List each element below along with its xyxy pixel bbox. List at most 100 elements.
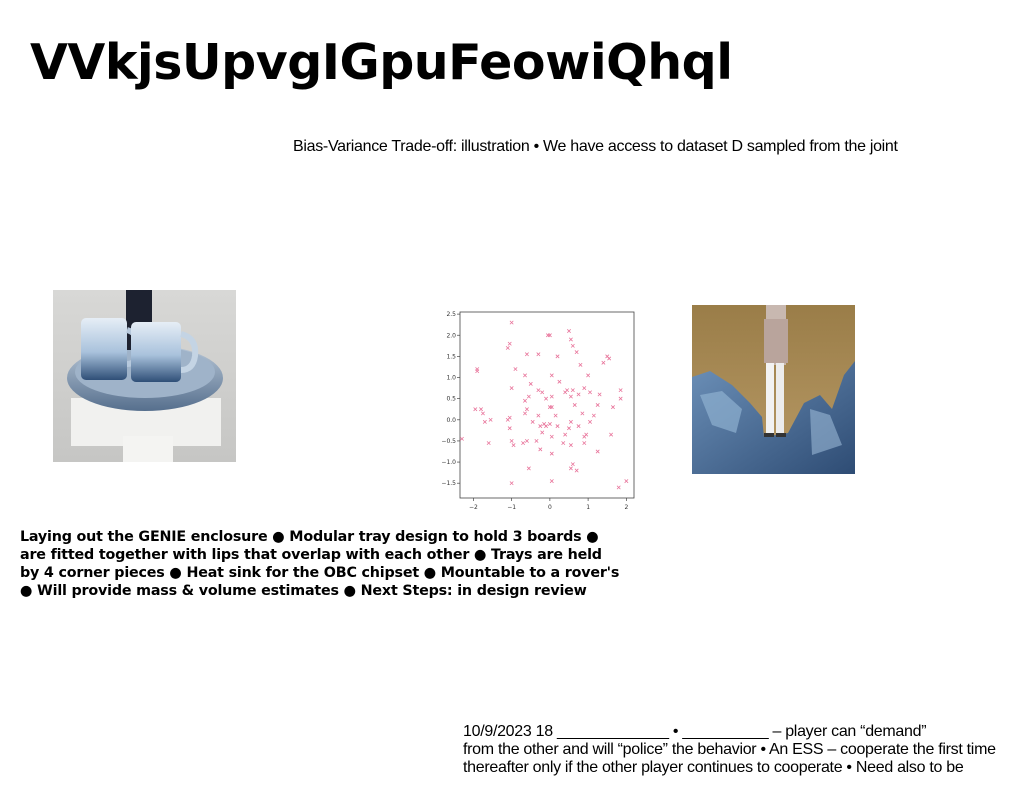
y-tick-label: 1.5 [446, 353, 456, 360]
x-tick-label: −1 [507, 504, 516, 511]
y-tick-label: −0.5 [441, 438, 456, 445]
scatter-point [549, 451, 554, 456]
scatter-point [549, 373, 554, 378]
scatter-point [538, 447, 543, 452]
scatter-point [544, 396, 549, 401]
scatter-point [549, 479, 554, 484]
scatter-point [565, 388, 570, 393]
x-tick-label: −2 [469, 504, 478, 511]
scatter-point [526, 394, 531, 399]
scatter-point [609, 432, 614, 437]
rocks-photo [692, 305, 855, 474]
scatter-point [479, 407, 484, 412]
footer-line: 10/9/2023 18 _____________ • __________ … [463, 723, 927, 740]
y-tick-label: −1.0 [441, 459, 456, 466]
scatter-point [547, 422, 552, 427]
subtitle-text: Bias-Variance Trade-off: illustration • … [293, 138, 898, 155]
scatter-point [624, 479, 629, 484]
scatter-point [523, 411, 527, 416]
scatter-point [568, 337, 573, 342]
scatter-point [616, 485, 621, 490]
scatter-point [582, 434, 587, 439]
scatter-point [597, 392, 602, 397]
scatter-point [509, 438, 514, 443]
scatter-point [557, 379, 562, 384]
plot-frame [459, 311, 635, 499]
body-line: Laying out the GENIE enclosure ● Modular… [20, 529, 599, 545]
scatter-point [568, 419, 573, 424]
scatter-point [610, 405, 615, 410]
scatter-point [595, 449, 600, 454]
scatter-point [521, 441, 526, 446]
scatter-point [549, 405, 554, 410]
scatter-point [570, 388, 575, 393]
scatter-point [526, 466, 531, 471]
scatter-point [524, 438, 529, 443]
scatter-point [618, 388, 623, 393]
body-text-block: Laying out the GENIE enclosure ● Modular… [20, 528, 660, 600]
scatter-point [553, 413, 558, 418]
scatter-plot: −2 −1 0 1 2 −1.5 −1.0 −0.5 0.0 0.5 1.0 1.5 2.0 2.5 [432, 304, 640, 512]
body-line: by 4 corner pieces ● Heat sink for the O… [20, 565, 620, 581]
scatter-point [572, 403, 577, 407]
scatter-point [524, 407, 529, 412]
scatter-point [542, 422, 547, 427]
y-tick-label: 0.5 [446, 396, 456, 403]
x-tick-label: 2 [624, 504, 628, 511]
scatter-point [540, 390, 545, 395]
scatter-point [505, 345, 510, 350]
scatter-point [536, 352, 541, 357]
scatter-point [588, 419, 593, 424]
scatter-point [482, 419, 487, 424]
scatter-point [486, 441, 491, 446]
scatter-point [574, 468, 579, 473]
scatter-point [576, 424, 581, 429]
scatter-point [580, 411, 585, 416]
scatter-point [578, 362, 583, 367]
mugs-photo [53, 290, 236, 462]
footer-line: thereafter only if the other player cont… [463, 759, 964, 776]
scatter-point [547, 333, 552, 338]
scatter-point [607, 356, 612, 361]
scatter-point [595, 403, 600, 407]
x-tick-label: 0 [548, 504, 552, 511]
y-tick-label: 1.0 [446, 375, 456, 382]
body-line: are fitted together with lips that overl… [20, 547, 602, 563]
scatter-point [534, 438, 539, 443]
scatter-point [561, 441, 566, 446]
scatter-point [509, 386, 514, 391]
scatter-point [582, 386, 587, 391]
scatter-point [591, 413, 596, 418]
scatter-point [507, 426, 512, 431]
x-tick-label: 1 [586, 504, 590, 511]
scatter-point [570, 462, 575, 467]
scatter-point [586, 373, 591, 378]
scatter-point [574, 350, 579, 355]
y-tick-label: 2.0 [446, 332, 456, 339]
body-line: ● Will provide mass & volume estimates ●… [20, 583, 587, 599]
scatter-point [473, 407, 478, 412]
scatter-point [507, 341, 512, 346]
scatter-point [567, 329, 571, 334]
scatter-point [509, 320, 514, 325]
scatter-point [536, 413, 541, 418]
mugs-illustration [53, 290, 236, 462]
y-tick-label: −1.5 [441, 480, 456, 487]
footer-line: from the other and will “police” the beh… [463, 741, 996, 758]
scatter-point [523, 373, 527, 378]
scatter-point [475, 369, 480, 374]
scatter-point [555, 424, 560, 429]
scatter-point [555, 354, 560, 359]
scatter-point [524, 352, 529, 357]
y-tick-label: 2.5 [446, 311, 456, 318]
scatter-point [570, 343, 575, 348]
scatter-point [540, 430, 545, 435]
scatter-svg: −2 −1 0 1 2 −1.5 −1.0 −0.5 0.0 0.5 1.0 1.5 2.0 2.5 [441, 311, 635, 511]
scatter-point [513, 367, 518, 372]
scatter-point [488, 417, 493, 422]
y-tick-label: 0.0 [446, 417, 456, 424]
scatter-point [568, 394, 573, 399]
scatter-point [568, 443, 573, 448]
scatter-point [505, 417, 510, 422]
scatter-point [576, 392, 581, 397]
